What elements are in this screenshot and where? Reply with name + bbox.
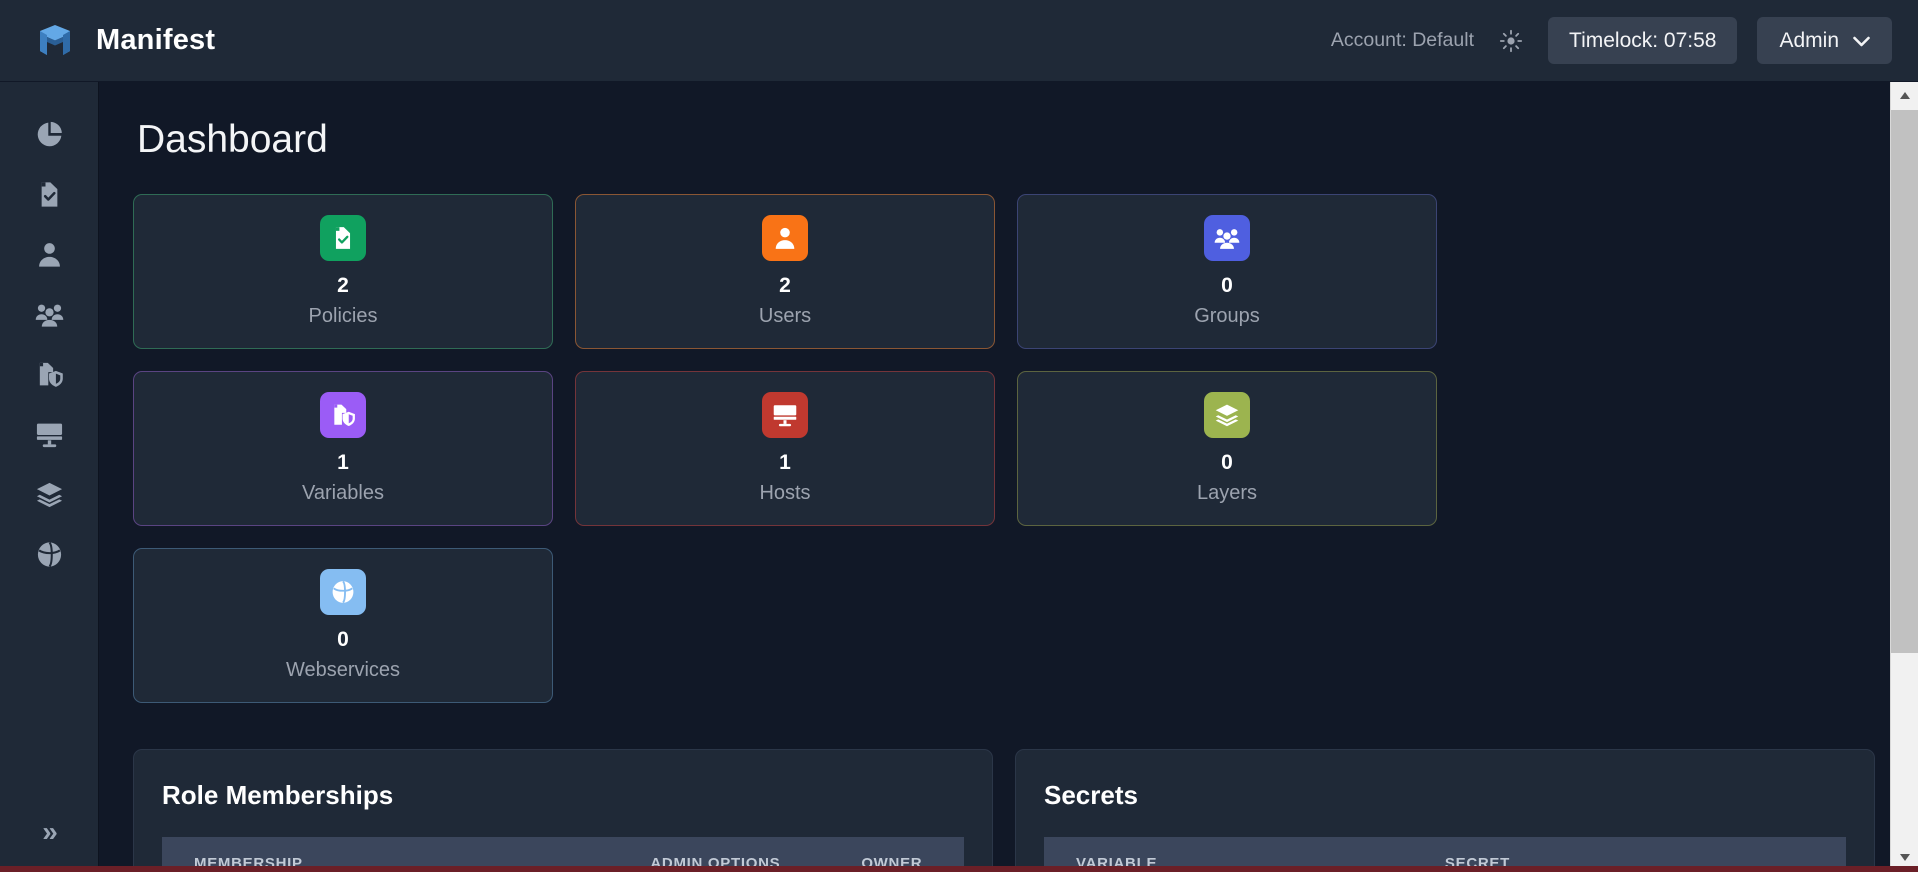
app-body: » Dashboard 2 Policies 2 Users 0 Groups …: [0, 82, 1918, 872]
stat-card-webservices[interactable]: 0 Webservices: [133, 548, 553, 703]
stat-card-count: 0: [1221, 451, 1233, 475]
stat-card-policies[interactable]: 2 Policies: [133, 194, 553, 349]
sidebar-item-variables[interactable]: [0, 344, 98, 404]
stat-card-count: 1: [337, 451, 349, 475]
bottom-status-bar: [0, 866, 1918, 872]
triangle-down-icon: [1899, 849, 1911, 867]
scrollbar-track[interactable]: [1891, 110, 1918, 844]
top-bar: Manifest Account: Default Timelock: 07:5…: [0, 0, 1918, 82]
brand-title: Manifest: [96, 24, 216, 56]
stat-card-count: 1: [779, 451, 791, 475]
layers-icon: [1204, 392, 1250, 439]
stat-card-layers[interactable]: 0 Layers: [1017, 371, 1437, 526]
sidebar-item-webservices[interactable]: [0, 524, 98, 584]
user-icon: [35, 240, 64, 269]
stat-cards: 2 Policies 2 Users 0 Groups 1 Variables …: [133, 194, 1876, 703]
sidebar-item-users[interactable]: [0, 224, 98, 284]
stat-card-label: Policies: [308, 304, 378, 327]
scrollbar-up-button[interactable]: [1891, 82, 1918, 110]
stat-card-count: 0: [1221, 274, 1233, 298]
stat-card-label: Hosts: [759, 481, 811, 504]
globe-webservice-icon: [320, 569, 366, 616]
dashboard-panels: Role Memberships MEMBERSHIP ADMIN OPTION…: [133, 749, 1876, 872]
layers-icon: [35, 480, 64, 509]
variable-shield-icon: [35, 360, 64, 389]
admin-menu-label: Admin: [1779, 29, 1839, 52]
sidebar-item-layers[interactable]: [0, 464, 98, 524]
stat-card-label: Groups: [1194, 304, 1260, 327]
admin-menu-button[interactable]: Admin: [1757, 17, 1892, 64]
monitor-host-icon: [762, 392, 808, 439]
panel-title: Secrets: [1044, 780, 1138, 810]
main-content: Dashboard 2 Policies 2 Users 0 Groups 1 …: [99, 82, 1918, 872]
globe-webservice-icon: [35, 540, 64, 569]
account-label: Account: Default: [1330, 29, 1475, 51]
sidebar-expand-button[interactable]: »: [0, 818, 98, 846]
stat-card-count: 0: [337, 628, 349, 652]
chevron-down-icon: [1853, 30, 1870, 51]
vertical-scrollbar[interactable]: [1890, 82, 1918, 872]
stat-card-label: Webservices: [285, 658, 401, 681]
panel-title: Role Memberships: [162, 780, 394, 810]
top-bar-actions: Account: Default Timelock: 07:58 Admin: [1331, 17, 1892, 64]
stat-card-count: 2: [779, 274, 791, 298]
stat-card-label: Variables: [302, 481, 384, 504]
stat-card-variables[interactable]: 1 Variables: [133, 371, 553, 526]
policy-document-check-icon: [35, 180, 64, 209]
secrets-panel: Secrets VARIABLE SECRET Man: [1015, 749, 1875, 872]
stat-card-hosts[interactable]: 1 Hosts: [575, 371, 995, 526]
stat-card-count: 2: [337, 274, 349, 298]
user-icon: [762, 215, 808, 262]
stat-card-label: Layers: [1196, 481, 1258, 504]
pie-chart-icon: [35, 120, 64, 149]
sidebar: »: [0, 82, 99, 872]
timelock-button[interactable]: Timelock: 07:58: [1548, 17, 1738, 64]
brand[interactable]: Manifest: [34, 20, 215, 62]
policy-document-check-icon: [320, 215, 366, 262]
variable-shield-icon: [320, 392, 366, 439]
app-root: Manifest Account: Default Timelock: 07:5…: [0, 0, 1918, 872]
manifest-logo-icon: [34, 20, 76, 62]
stat-card-label: Users: [758, 304, 812, 327]
triangle-up-icon: [1899, 87, 1911, 105]
sidebar-item-hosts[interactable]: [0, 404, 98, 464]
sidebar-item-dashboard[interactable]: [0, 104, 98, 164]
scrollbar-thumb[interactable]: [1891, 110, 1918, 654]
page-title: Dashboard: [137, 118, 328, 161]
stat-card-groups[interactable]: 0 Groups: [1017, 194, 1437, 349]
sidebar-item-groups[interactable]: [0, 284, 98, 344]
group-users-icon: [35, 300, 64, 329]
group-users-icon: [1204, 215, 1250, 262]
stat-card-users[interactable]: 2 Users: [575, 194, 995, 349]
sidebar-item-policies[interactable]: [0, 164, 98, 224]
sun-icon[interactable]: [1494, 24, 1528, 58]
role-memberships-panel: Role Memberships MEMBERSHIP ADMIN OPTION…: [133, 749, 993, 872]
monitor-host-icon: [35, 420, 64, 449]
double-chevron-right-icon: »: [42, 816, 58, 847]
